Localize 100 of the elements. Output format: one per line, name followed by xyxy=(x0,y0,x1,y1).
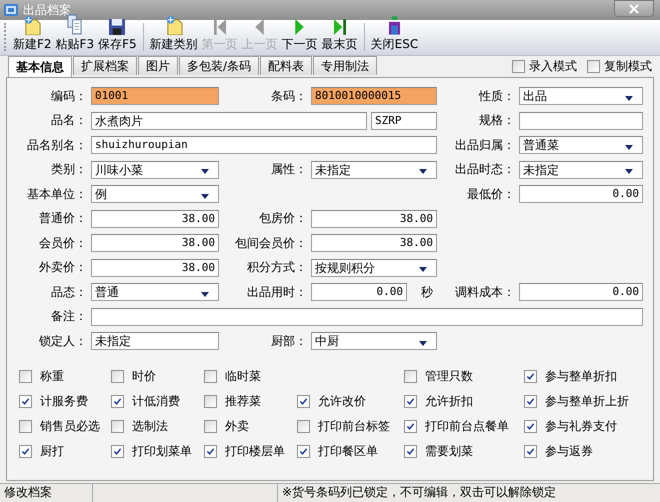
previous-icon xyxy=(255,19,264,35)
checkbox[interactable] xyxy=(204,420,217,432)
caret-icon xyxy=(201,169,209,174)
field-label: 品名： xyxy=(50,112,88,130)
checkbox[interactable] xyxy=(19,420,32,432)
checkbox[interactable] xyxy=(19,444,32,458)
input-field[interactable]: 未指定 xyxy=(91,332,219,350)
caret-icon xyxy=(419,267,427,272)
field-label: 编码： xyxy=(50,88,88,105)
input-field[interactable]: 0.00 xyxy=(519,185,643,204)
app-icon xyxy=(3,2,19,18)
input-field[interactable]: shuizhuroupian xyxy=(91,136,437,154)
input-field[interactable]: SZRP xyxy=(371,112,437,130)
toolbar-button[interactable]: 最末页 xyxy=(320,19,360,53)
checkbox[interactable] xyxy=(297,444,310,458)
input-field[interactable]: 水煮肉片 xyxy=(91,112,367,130)
exit-door-icon xyxy=(388,16,400,35)
input-field[interactable] xyxy=(519,112,643,130)
dropdown[interactable]: 例 xyxy=(91,185,219,204)
field-label: 品名别名： xyxy=(26,136,88,154)
checkbox[interactable] xyxy=(111,370,124,382)
toolbar-button[interactable]: 新建类别 xyxy=(148,15,200,53)
checkbox-label: 参与礼券支付 xyxy=(545,418,617,434)
field-label: 品态： xyxy=(50,284,88,301)
checkbox[interactable] xyxy=(111,420,124,432)
checkbox-label: 打印前台点餐单 xyxy=(425,418,509,434)
dropdown[interactable]: 普通菜 xyxy=(519,136,643,154)
checkbox[interactable] xyxy=(404,420,417,432)
caret-icon xyxy=(625,169,633,174)
field-label: 出品用时： xyxy=(246,284,308,301)
input-field[interactable]: 01001 xyxy=(91,87,219,106)
field-label: 普通价： xyxy=(38,210,88,228)
input-field[interactable]: 0.00 xyxy=(311,283,407,302)
input-field[interactable]: 38.00 xyxy=(91,258,219,277)
status-text: ※货号条码列已锁定，不可编辑，双击可以解除锁定 xyxy=(281,484,558,501)
checkbox[interactable] xyxy=(111,444,124,458)
checkbox[interactable] xyxy=(404,394,417,408)
field-label: 外卖价： xyxy=(38,259,88,276)
checkbox-label: 称重 xyxy=(40,368,64,384)
dropdown[interactable]: 川味小菜 xyxy=(91,160,219,179)
checkbox-label: 参与整单折上折 xyxy=(545,392,629,410)
checkbox[interactable] xyxy=(404,444,417,458)
field-label: 出品归属： xyxy=(454,136,516,154)
dropdown[interactable]: 按规则积分 xyxy=(311,258,437,277)
checkbox-label: 打印划菜单 xyxy=(132,442,192,460)
checkbox[interactable] xyxy=(404,370,417,382)
checkbox-label: 录入模式 xyxy=(529,58,577,75)
field-label: 属性： xyxy=(270,161,308,178)
checkbox[interactable] xyxy=(204,370,217,382)
dropdown[interactable]: 出品 xyxy=(519,87,643,106)
checkbox[interactable] xyxy=(524,420,537,432)
field-label: 包房价： xyxy=(258,210,308,228)
tab[interactable]: 配料表 xyxy=(260,56,312,75)
checkbox[interactable] xyxy=(19,394,32,408)
close-icon xyxy=(629,4,639,14)
input-field[interactable]: 0.00 xyxy=(519,283,643,302)
dropdown[interactable]: 中厨 xyxy=(311,332,437,350)
tab[interactable]: 专用制法 xyxy=(313,56,378,75)
checkbox-label: 计服务费 xyxy=(40,392,88,410)
close-button[interactable] xyxy=(614,0,654,17)
dropdown[interactable]: 普通 xyxy=(91,283,219,302)
checkbox-label: 管理只数 xyxy=(425,368,473,384)
checkbox[interactable] xyxy=(19,370,32,382)
tab[interactable]: 扩展档案 xyxy=(73,56,137,75)
checkbox[interactable] xyxy=(111,394,124,408)
caret-icon xyxy=(201,194,209,199)
input-field[interactable]: 8010010000015 xyxy=(311,87,437,106)
field-label: 积分方式： xyxy=(246,259,308,276)
input-field[interactable] xyxy=(91,308,643,326)
input-field[interactable]: 38.00 xyxy=(91,210,219,228)
checkbox[interactable] xyxy=(512,60,525,73)
input-field[interactable]: 38.00 xyxy=(311,210,437,228)
checkbox-label: 参与返券 xyxy=(545,442,593,460)
checkbox-label: 外卖 xyxy=(225,418,249,434)
checkbox[interactable] xyxy=(204,394,217,408)
checkbox-label: 选制法 xyxy=(132,418,168,434)
field-label: 条码： xyxy=(270,88,308,105)
dropdown[interactable]: 未指定 xyxy=(311,160,437,179)
input-field[interactable]: 38.00 xyxy=(91,234,219,252)
field-label: 调料成本： xyxy=(454,284,516,301)
checkbox[interactable] xyxy=(204,444,217,458)
checkbox-label: 计低消费 xyxy=(132,392,180,410)
checkbox[interactable] xyxy=(524,370,537,382)
checkbox[interactable] xyxy=(587,60,600,73)
checkbox[interactable] xyxy=(524,394,537,408)
checkbox-label: 允许改价 xyxy=(318,392,366,410)
toolbar-button[interactable]: 下一页 xyxy=(280,19,320,53)
toolbar-button[interactable]: 关闭ESC xyxy=(368,16,420,53)
checkbox[interactable] xyxy=(297,394,310,408)
field-label: 基本单位： xyxy=(26,186,88,203)
checkbox-label: 打印前台标签 xyxy=(318,418,390,434)
toolbar-button[interactable]: 保存F5 xyxy=(96,19,139,53)
checkbox[interactable] xyxy=(297,420,310,432)
tab[interactable]: 图片 xyxy=(138,56,178,75)
dropdown[interactable]: 未指定 xyxy=(519,160,643,179)
tab[interactable]: 基本信息 xyxy=(8,56,72,77)
tab[interactable]: 多包装/条码 xyxy=(179,56,260,75)
input-field[interactable]: 38.00 xyxy=(311,234,437,252)
checkbox[interactable] xyxy=(524,444,537,458)
field-label: 锁定人： xyxy=(38,332,88,350)
